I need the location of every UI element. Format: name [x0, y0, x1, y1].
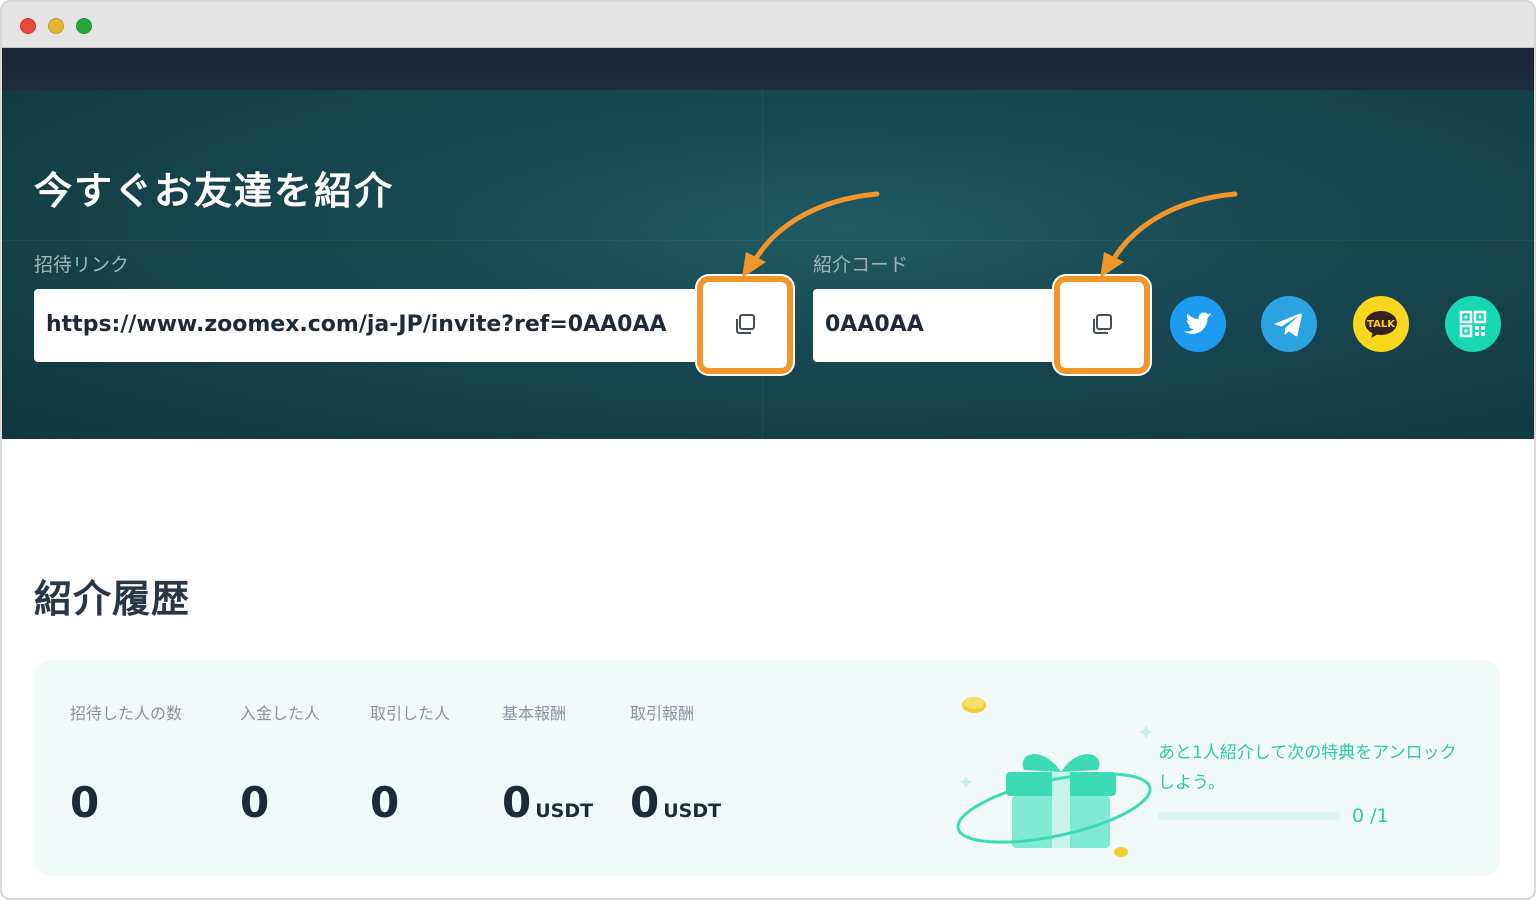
stat-label: 取引報酬 — [630, 704, 695, 723]
annotation-arrow-icon — [742, 191, 880, 278]
page-title: 今すぐお友達を紹介 — [34, 169, 395, 213]
telegram-icon — [1261, 296, 1317, 352]
stat-base-reward: 基本報酬 0 USDT — [502, 700, 593, 827]
top-navbar — [2, 48, 1534, 90]
annotation-arrow-icon — [1100, 191, 1238, 278]
stat-value: 0 — [240, 778, 269, 827]
invite-link-field[interactable]: https://www.zoomex.com/ja-JP/invite?ref=… — [34, 289, 754, 362]
stat-traded: 取引した人 0 — [370, 700, 451, 827]
copy-icon — [1093, 314, 1112, 334]
close-window-button[interactable] — [20, 18, 36, 34]
progress-label: 0 /1 — [1352, 805, 1389, 827]
invite-link-label: 招待リンク — [34, 254, 130, 276]
stat-number: 0 — [370, 778, 400, 827]
kakaotalk-share-button[interactable]: TALK — [1353, 296, 1409, 352]
stat-label: 基本報酬 — [502, 704, 567, 723]
stat-number: 0 — [70, 778, 100, 827]
stat-number: 0 — [630, 778, 660, 827]
referral-code-value: 0AA0AA — [825, 312, 924, 337]
stat-deposited: 入金した人 0 — [240, 700, 321, 827]
stat-unit: USDT — [535, 800, 594, 822]
referral-stats-card: 招待した人の数 0 入金した人 0 取引した人 0 基本報酬 0 USDT 取引報… — [34, 660, 1500, 876]
stat-value: 0 — [70, 778, 99, 827]
referral-progress-bar — [1158, 812, 1340, 820]
stat-label: 招待した人の数 — [70, 704, 183, 723]
telegram-share-button[interactable] — [1261, 296, 1317, 352]
twitter-icon — [1170, 296, 1226, 352]
referral-history-title: 紹介履歴 — [34, 577, 191, 621]
svg-text:TALK: TALK — [1367, 319, 1396, 330]
referral-hero-section: 今すぐお友達を紹介 招待リンク https://www.zoomex.com/j… — [2, 90, 1534, 439]
qr-code-button[interactable] — [1445, 296, 1501, 352]
stat-value: 0 — [370, 778, 399, 827]
stat-number: 0 — [240, 778, 270, 827]
stat-unit: USDT — [663, 800, 722, 822]
maximize-window-button[interactable] — [76, 18, 92, 34]
copy-icon — [736, 314, 755, 334]
stat-value: 0 USDT — [630, 778, 721, 827]
copy-referral-code-button[interactable] — [1054, 276, 1150, 374]
twitter-share-button[interactable] — [1170, 296, 1226, 352]
copy-invite-link-button[interactable] — [697, 276, 793, 374]
gift-illustration-icon — [956, 697, 1153, 857]
stat-label: 入金した人 — [240, 704, 321, 723]
stat-number: 0 — [502, 778, 532, 827]
stat-trading-reward: 取引報酬 0 USDT — [630, 700, 721, 827]
invite-link-value: https://www.zoomex.com/ja-JP/invite?ref=… — [46, 312, 667, 337]
browser-window: 今すぐお友達を紹介 招待リンク https://www.zoomex.com/j… — [0, 0, 1536, 900]
stat-value: 0 USDT — [502, 778, 593, 827]
window-titlebar — [2, 2, 1534, 48]
unlock-reward-message: あと1人紹介して次の特典をアンロックしよう。 — [1158, 743, 1457, 793]
kakaotalk-icon: TALK — [1353, 296, 1409, 352]
minimize-window-button[interactable] — [48, 18, 64, 34]
qr-code-icon — [1445, 296, 1501, 352]
stat-label: 取引した人 — [370, 704, 451, 723]
stat-invited: 招待した人の数 0 — [70, 700, 183, 827]
